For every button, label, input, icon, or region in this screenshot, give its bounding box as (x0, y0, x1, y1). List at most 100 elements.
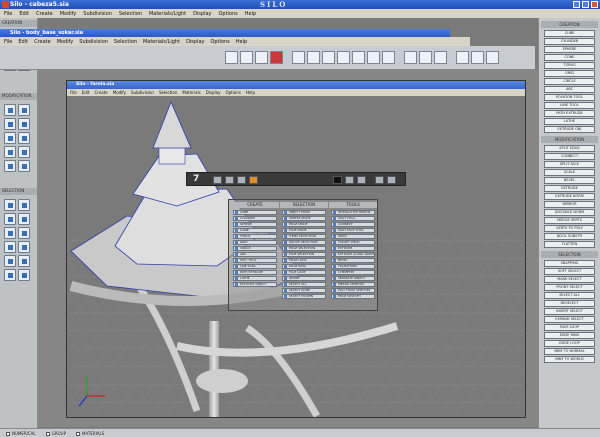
menu-create[interactable]: Create (36, 11, 53, 17)
pan-icon[interactable] (456, 51, 469, 64)
selection-mode-icon[interactable] (225, 51, 238, 64)
pie-tool-button[interactable]: SPLIT FACE TOOL (331, 228, 375, 233)
pie-tool-button[interactable]: MERGE VERTICES (331, 282, 375, 287)
menu-subdivision[interactable]: Subdivision (83, 11, 112, 17)
inner-menu-options[interactable]: Options (211, 39, 230, 45)
close-button[interactable] (591, 1, 598, 8)
modification-button[interactable]: BOOL SUBSTR (544, 233, 595, 240)
merge-icon[interactable] (4, 146, 16, 158)
selection-button[interactable]: SELECT ALL (544, 292, 595, 299)
modification-button[interactable]: SPLIT FACE (544, 161, 595, 168)
extrude-icon[interactable] (18, 118, 30, 130)
grid-icon[interactable] (345, 176, 354, 184)
face-select-icon[interactable] (4, 213, 16, 225)
invert-select-icon[interactable] (4, 255, 16, 267)
pie-tool-button[interactable]: EXTRUDE ALONG NORMAL (331, 252, 375, 257)
pie-selection-button[interactable]: INVERT (282, 276, 326, 281)
pie-selection-button[interactable]: SELECT ALL (282, 282, 326, 287)
pie-tool-button[interactable]: TARGET WELD (331, 240, 375, 245)
zoom-icon[interactable] (486, 51, 499, 64)
object-mode-icon[interactable] (270, 51, 283, 64)
modification-button[interactable]: EXTRUDE NORM (544, 193, 595, 200)
scale-icon[interactable] (4, 132, 16, 144)
pie-selection-button[interactable]: EDGE SELECTION (282, 246, 326, 251)
pie-selection-button[interactable]: FACE LOOP (282, 270, 326, 275)
view-bottom-icon[interactable] (352, 51, 365, 64)
all-select-icon[interactable] (18, 255, 30, 267)
vertex-select-icon[interactable] (4, 199, 16, 211)
inner-menu-materials[interactable]: Materials/Light (143, 39, 180, 45)
modification-button[interactable]: DISTANCE NORM (544, 209, 595, 216)
pie-selection-button[interactable]: OBJECT MODE (282, 210, 326, 215)
pie-selection-button[interactable]: FACE MODE (282, 228, 326, 233)
minimize-button[interactable] (573, 1, 580, 8)
pie-tool-button[interactable]: EDGE SMOOTH (331, 294, 375, 299)
pie-selection-button[interactable]: EDGE RING (282, 264, 326, 269)
object-select-icon[interactable] (18, 213, 30, 225)
creation-button[interactable]: PATH EXTRUDE (544, 110, 595, 117)
selection-button[interactable]: EXPAND SELECT (544, 316, 595, 323)
farola-menu-modify[interactable]: Modify (113, 90, 126, 95)
modification-button[interactable]: MIRROR (544, 201, 595, 208)
selection-button[interactable]: NRM TO WORLD (544, 356, 595, 363)
farola-menu-help[interactable]: Help (246, 90, 255, 95)
selection-button[interactable]: MASK SELECT (544, 276, 595, 283)
pie-tool-button[interactable]: WELD (331, 234, 375, 239)
inner-menu-edit[interactable]: Edit (18, 39, 28, 45)
menu-help[interactable]: Help (245, 11, 256, 17)
pie-selection-button[interactable]: GROUP SELECTION (282, 240, 326, 245)
inner-menu-file[interactable]: File (4, 39, 12, 45)
menu-display[interactable]: Display (193, 11, 211, 17)
shrink-select-icon[interactable] (18, 241, 30, 253)
modification-button[interactable]: MERGE VERTS (544, 217, 595, 224)
edge-select-icon[interactable] (18, 199, 30, 211)
selection-button[interactable]: SOFT SELECT (544, 268, 595, 275)
menu-options[interactable]: Options (219, 11, 238, 17)
pie-tool-button[interactable]: BEVEL (331, 258, 375, 263)
pie-selection-button[interactable]: FACE SELECTION (282, 252, 326, 257)
selection-button[interactable]: INVERT SELECT (544, 308, 595, 315)
orbit-icon[interactable] (387, 176, 396, 184)
pie-create-button[interactable]: CYLINDER (233, 216, 277, 221)
display-mode-icon[interactable] (333, 176, 342, 184)
sphere-icon[interactable] (225, 176, 234, 184)
farola-menu-display[interactable]: Display (206, 90, 221, 95)
farola-menu-materials[interactable]: Materials (182, 90, 200, 95)
creation-button[interactable]: POLYGON TOOL (544, 94, 595, 101)
menu-selection[interactable]: Selection (119, 11, 142, 17)
camera-icon[interactable] (375, 176, 384, 184)
creation-button[interactable]: EXTRUDE OBJ (544, 126, 595, 133)
view-left-icon[interactable] (382, 51, 395, 64)
pie-create-button[interactable]: SPHERE (233, 222, 277, 227)
pie-create-button[interactable]: POLY TOOL (233, 258, 277, 263)
creation-button[interactable]: LINE TOOL (544, 102, 595, 109)
wireframe-icon[interactable] (434, 51, 447, 64)
modification-button[interactable]: EXTRUDE (544, 185, 595, 192)
pie-create-button[interactable]: CIRCLE (233, 246, 277, 251)
creation-button[interactable]: CYLINDER (544, 38, 595, 45)
pie-tool-button[interactable]: INTERACTIVE MIRROR (331, 210, 375, 215)
layout-icon[interactable] (357, 176, 366, 184)
inner-menu-modify[interactable]: Modify (57, 39, 74, 45)
modification-button[interactable]: FLATTEN (544, 241, 595, 248)
view-side-icon[interactable] (322, 51, 335, 64)
pie-create-button[interactable]: PATH EXTRUDE (233, 270, 277, 275)
creation-button[interactable]: GRID (544, 70, 595, 77)
connect-icon[interactable] (18, 104, 30, 116)
modification-button[interactable]: SCALE (544, 169, 595, 176)
inner-menu-create[interactable]: Create (34, 39, 51, 45)
farola-menu-edit[interactable]: Edit (82, 90, 90, 95)
farola-menu-selection[interactable]: Selection (159, 90, 177, 95)
menu-materials[interactable]: Materials/Light (149, 11, 186, 17)
view-front-icon[interactable] (307, 51, 320, 64)
pie-create-button[interactable]: CUBE (233, 210, 277, 215)
inner-menu-selection[interactable]: Selection (114, 39, 137, 45)
shading-flat-icon[interactable] (404, 51, 417, 64)
pie-create-button[interactable]: ARC (233, 252, 277, 257)
bevel-icon[interactable] (4, 118, 16, 130)
material-icon[interactable] (249, 176, 258, 184)
split-edge-icon[interactable] (4, 104, 16, 116)
pie-tool-button[interactable]: EXTRUDE (331, 246, 375, 251)
pie-tool-button[interactable]: POLY FROM VERTICES (331, 288, 375, 293)
pie-create-button[interactable]: TORUS (233, 234, 277, 239)
